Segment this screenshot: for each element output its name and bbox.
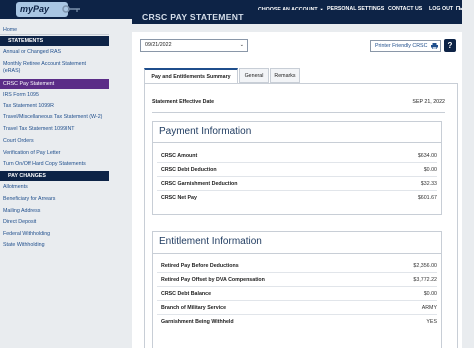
divider xyxy=(157,272,437,273)
sidebar-item-eras[interactable]: (eRAS) xyxy=(0,68,109,75)
entitlement-row-label: Branch of Military Service xyxy=(161,305,227,311)
statement-date-select[interactable]: 09/21/2022 ⌄ xyxy=(140,39,248,52)
printer-icon xyxy=(430,42,438,49)
payment-row: CRSC Debt Deduction $0.00 xyxy=(161,167,437,173)
statement-effective-label: Statement Effective Date xyxy=(152,99,215,105)
divider xyxy=(157,162,437,163)
sidebar-item-travel-tax-1099int[interactable]: Travel Tax Statement 1099INT xyxy=(0,126,109,133)
sidebar-item-hard-copy-statements[interactable]: Turn On/Off Hard Copy Statements xyxy=(0,161,109,168)
sidebar-item-direct-deposit[interactable]: Direct Deposit xyxy=(0,219,109,226)
statement-date-value: 09/21/2022 xyxy=(145,42,172,48)
entitlement-row-label: Garnishment Being Withheld xyxy=(161,319,234,325)
sidebar-item-federal-withholding[interactable]: Federal Withholding xyxy=(0,231,109,238)
payment-row-label: CRSC Garnishment Deduction xyxy=(161,181,238,187)
entitlement-row-value: $3,772.22 xyxy=(413,277,437,283)
sidebar-item-irs-form-1095[interactable]: IRS Form 1095 xyxy=(0,92,109,99)
mypay-logo[interactable]: myPay xyxy=(16,2,68,17)
sidebar-item-allotments[interactable]: Allotments xyxy=(0,184,109,191)
entitlement-row: Garnishment Being Withheld YES xyxy=(161,319,437,325)
tab-remarks[interactable]: Remarks xyxy=(270,68,300,83)
sidebar-item-tax-statement-1099r[interactable]: Tax Statement 1099R xyxy=(0,103,109,110)
sidebar-item-travel-misc-tax-w2[interactable]: Travel/Miscellaneous Tax Statement (W-2) xyxy=(0,114,109,121)
sidebar-item-mailing-address[interactable]: Mailing Address xyxy=(0,208,109,215)
payment-information-card: Payment Information CRSC Amount $634.00 … xyxy=(152,121,442,215)
payment-information-title: Payment Information xyxy=(159,126,252,137)
entitlement-row-label: Retired Pay Before Deductions xyxy=(161,263,239,269)
payment-row: CRSC Garnishment Deduction $32.33 xyxy=(161,181,437,187)
entitlement-row-label: Retired Pay Offset by DVA Compensation xyxy=(161,277,265,283)
statement-effective-row: Statement Effective Date SEP 21, 2022 xyxy=(152,99,445,105)
entitlement-information-card: Entitlement Information Retired Pay Befo… xyxy=(152,231,442,348)
payment-row-value: $634.00 xyxy=(417,153,437,159)
page-title: CRSC Pay Statement xyxy=(132,10,462,24)
entitlement-row-value: $2,356.00 xyxy=(413,263,437,269)
sidebar-item-annual-ras[interactable]: Annual or Changed RAS xyxy=(0,49,109,56)
payment-row-value: $601.67 xyxy=(417,195,437,201)
statement-effective-value: SEP 21, 2022 xyxy=(412,99,445,105)
printer-friendly-button[interactable]: Printer Friendly CRSC xyxy=(370,40,441,52)
sidebar-item-state-withholding[interactable]: State Withholding xyxy=(0,242,109,249)
entitlement-row-value: ARMY xyxy=(421,305,437,311)
entitlement-row-value: $0.00 xyxy=(423,291,437,297)
divider xyxy=(157,314,437,315)
entitlement-row: Retired Pay Before Deductions $2,356.00 xyxy=(161,263,437,269)
entitlement-row-label: CRSC Debt Balance xyxy=(161,291,212,297)
sidebar-item-verification-pay-letter[interactable]: Verification of Pay Letter xyxy=(0,150,109,157)
sidebar-header-pay-changes: PAY CHANGES xyxy=(0,171,109,181)
tab-pay-entitlements-summary[interactable]: Pay and Entitlements Summary xyxy=(144,68,238,83)
sidebar-header-statements: STATEMENTS xyxy=(0,36,109,46)
divider xyxy=(157,300,437,301)
payment-row-value: $0.00 xyxy=(423,167,437,173)
divider xyxy=(0,34,109,35)
scrollbar[interactable] xyxy=(462,0,474,348)
entitlement-row: CRSC Debt Balance $0.00 xyxy=(161,291,437,297)
divider xyxy=(157,190,437,191)
entitlement-row-value: YES xyxy=(426,319,437,325)
payment-row: CRSC Net Pay $601.67 xyxy=(161,195,437,201)
divider xyxy=(153,253,441,254)
help-button[interactable]: ? xyxy=(444,39,456,52)
divider xyxy=(152,112,445,113)
key-icon xyxy=(62,5,80,13)
divider xyxy=(157,176,437,177)
payment-row-value: $32.33 xyxy=(420,181,437,187)
sidebar-item-beneficiary-arrears[interactable]: Beneficiary for Arrears xyxy=(0,196,109,203)
tab-general[interactable]: General xyxy=(239,68,269,83)
entitlement-row: Retired Pay Offset by DVA Compensation $… xyxy=(161,277,437,283)
payment-row-label: CRSC Amount xyxy=(161,153,198,159)
sidebar-item-monthly-retiree-statement[interactable]: Monthly Retiree Account Statement xyxy=(0,61,109,68)
payment-row-label: CRSC Debt Deduction xyxy=(161,167,217,173)
divider xyxy=(157,286,437,287)
sidebar-item-home[interactable]: Home xyxy=(0,27,109,34)
printer-friendly-label: Printer Friendly CRSC xyxy=(375,43,428,49)
sidebar-item-court-orders[interactable]: Court Orders xyxy=(0,138,109,145)
payment-row-label: CRSC Net Pay xyxy=(161,195,197,201)
chevron-down-icon: ⌄ xyxy=(239,42,244,48)
sidebar-item-crsc-pay-statement[interactable]: CRSC Pay Statement xyxy=(0,79,109,89)
entitlement-row: Branch of Military Service ARMY xyxy=(161,305,437,311)
entitlement-information-title: Entitlement Information xyxy=(159,236,262,247)
payment-row: CRSC Amount $634.00 xyxy=(161,153,437,159)
divider xyxy=(153,142,441,143)
